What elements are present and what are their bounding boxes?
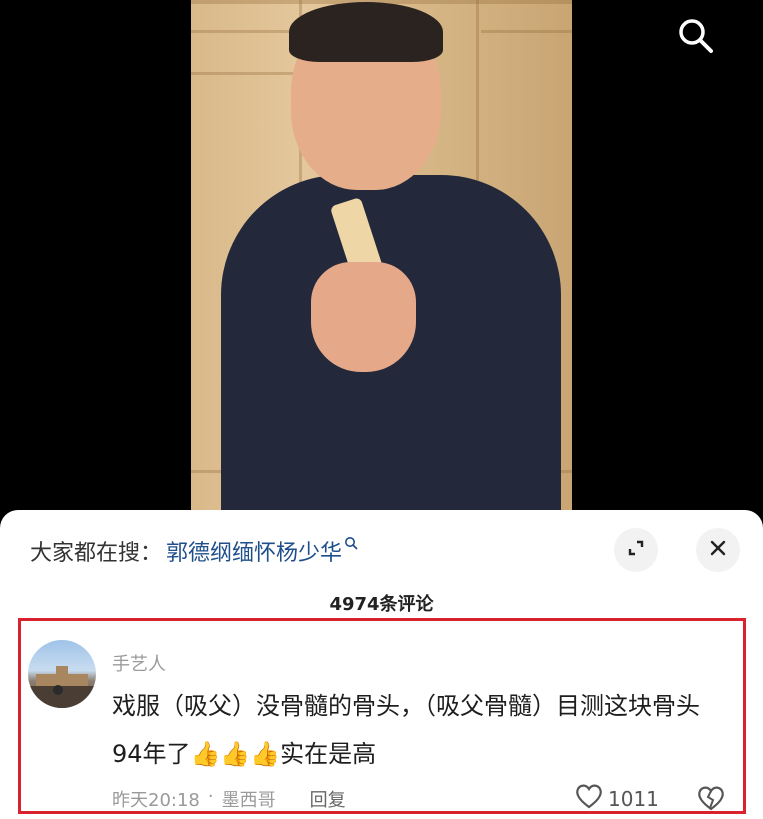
comment-count: 4974条评论 (329, 594, 434, 615)
hot-search-bar[interactable]: 大家都在搜： 郭德纲缅怀杨少华 (30, 534, 358, 568)
close-button[interactable] (696, 528, 740, 572)
comment-location: 墨西哥 (221, 790, 276, 811)
like-count: 1011 (608, 786, 659, 811)
small-search-icon (344, 536, 358, 554)
dislike-button[interactable] (696, 784, 726, 816)
expand-button[interactable] (614, 528, 658, 572)
hot-search-prefix: 大家都在搜： (30, 541, 163, 566)
comment-text: 戏服（吸父）没骨髓的骨头，（吸父骨髓）目测这块骨头94年了👍👍👍实在是高 (112, 692, 700, 768)
video-frame[interactable] (191, 0, 572, 520)
expand-icon (626, 538, 646, 562)
person-hand (311, 262, 416, 372)
avatar[interactable] (28, 640, 96, 708)
broken-heart-icon (696, 786, 726, 816)
comment-time: 昨天20:18 (112, 790, 200, 811)
reply-button[interactable]: 回复 (310, 786, 346, 812)
meta-separator: · (207, 786, 214, 807)
comment-sheet: 大家都在搜： 郭德纲缅怀杨少华 4974条评论 手艺人 戏服（吸父）没骨髓的骨头… (0, 510, 763, 819)
search-icon[interactable] (672, 12, 720, 60)
comment-meta: 昨天20:18 · 墨西哥 回复 (112, 786, 346, 812)
hot-search-term[interactable]: 郭德纲缅怀杨少华 (166, 535, 342, 567)
close-icon (709, 539, 727, 561)
like-button[interactable]: 1011 (574, 782, 659, 815)
comment-username[interactable]: 手艺人 (112, 650, 166, 676)
video-area[interactable] (0, 0, 763, 520)
heart-icon (574, 782, 604, 815)
